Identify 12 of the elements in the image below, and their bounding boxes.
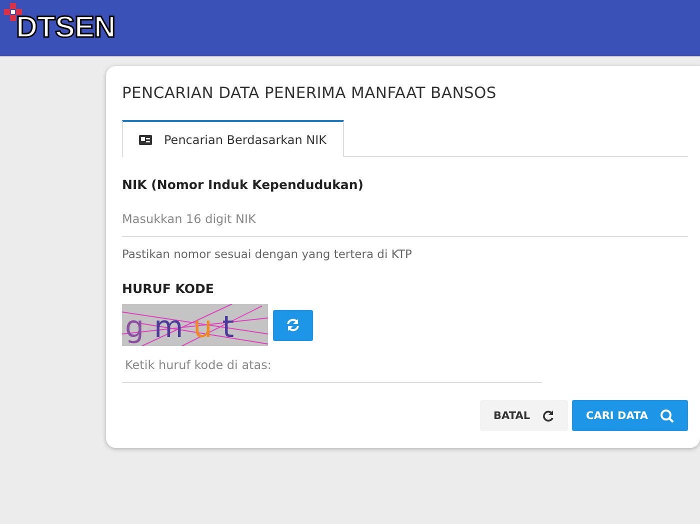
- cancel-button[interactable]: BATAL: [480, 400, 568, 431]
- captcha-label: HURUF KODE: [122, 281, 215, 296]
- search-icon: [660, 408, 674, 422]
- form-title: PENCARIAN DATA PENERIMA MANFAAT BANSOS: [122, 84, 498, 102]
- refresh-captcha-button[interactable]: [273, 310, 313, 340]
- logo-text: DTSEN: [16, 11, 116, 45]
- reload-icon: [542, 410, 554, 422]
- nik-hint: Pastikan nomor sesuai dengan yang tertera di KTP: [122, 247, 413, 261]
- id-card-icon: [139, 134, 152, 144]
- refresh-icon: [286, 318, 300, 332]
- nik-label: NIK (Nomor Induk Kependudukan): [122, 177, 364, 192]
- search-tab[interactable]: Pencarian Berdasarkan NIK: [122, 120, 344, 157]
